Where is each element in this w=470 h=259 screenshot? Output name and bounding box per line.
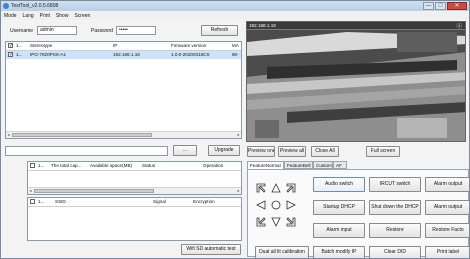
video-header-bar: 192.168.1.18 ⓧ: [247, 22, 465, 30]
startup-dhcp-button[interactable]: Startup DHCP: [313, 200, 365, 215]
ptz-up-left-icon[interactable]: [256, 183, 266, 193]
restore-factory-button[interactable]: Restore Facto: [425, 223, 469, 238]
upgrade-button[interactable]: Upgrade: [208, 145, 240, 156]
print-label-button[interactable]: Print label: [425, 246, 469, 258]
password-label: Password: [91, 28, 113, 34]
col-encryption[interactable]: Encryption: [193, 199, 215, 204]
select-all-checkbox[interactable]: ✓: [8, 43, 13, 49]
col-operation[interactable]: Operation: [203, 163, 223, 168]
preview-one-button[interactable]: Preview one: [247, 146, 275, 157]
storage-hscrollbar[interactable]: ◂ ▸: [28, 187, 241, 194]
window-controls: — □ ✕: [422, 2, 467, 10]
scroll-left-icon[interactable]: ◂: [28, 188, 33, 194]
col-ssid[interactable]: SSID: [55, 199, 66, 204]
menu-mode[interactable]: Mode: [1, 12, 20, 20]
device-table: ✓ 1... Stereotype IP Firmware version MA…: [5, 41, 242, 139]
row-index: 1...: [16, 52, 23, 57]
device-hscrollbar[interactable]: ◂ ▸: [6, 131, 241, 138]
username-label: Username: [10, 28, 34, 34]
close-video-icon[interactable]: ⓧ: [456, 22, 462, 30]
dual-lit-calibration-button[interactable]: Dual all lit calibration: [255, 246, 309, 258]
firmware-path-input[interactable]: [5, 146, 168, 156]
ptz-down-icon[interactable]: [271, 217, 281, 227]
camera-feed-image: [247, 22, 465, 141]
title-bar: TestTool_v2.0.5.6808 — □ ✕: [1, 1, 469, 11]
col-available-space[interactable]: Available space(MB): [90, 163, 132, 168]
row-firmware: 1.0.0-20200316CS: [171, 52, 210, 57]
scroll-right-icon[interactable]: ▸: [236, 188, 241, 194]
browse-button[interactable]: ...: [173, 145, 197, 156]
preview-all-button[interactable]: Preview all: [278, 146, 306, 157]
col-mac[interactable]: MA: [232, 43, 239, 48]
ptz-center-icon[interactable]: [271, 200, 281, 210]
video-preview[interactable]: 192.168.1.18 ⓧ: [246, 21, 466, 142]
menu-screen[interactable]: Screen: [71, 12, 93, 20]
audio-switch-button[interactable]: Audio switch: [313, 177, 365, 192]
col-status[interactable]: Status: [142, 163, 155, 168]
ptz-right-icon[interactable]: [286, 200, 296, 210]
ptz-left-icon[interactable]: [256, 200, 266, 210]
video-ip-label: 192.168.1.18: [249, 23, 276, 28]
storage-table: 1... The total cap... Available space(MB…: [27, 161, 242, 195]
col-index[interactable]: 1...: [16, 43, 22, 48]
col-ip[interactable]: IP: [113, 43, 117, 48]
full-screen-button[interactable]: Full screen: [366, 146, 400, 157]
device-table-header: ✓ 1... Stereotype IP Firmware version MA: [6, 42, 241, 51]
alarm-input-button[interactable]: Alarm input: [313, 223, 365, 238]
wifi-table: 1... SSID Signal Encryption: [27, 197, 242, 241]
col-signal[interactable]: Signal: [153, 199, 166, 204]
batch-modify-ip-button[interactable]: Batch modify IP: [313, 246, 365, 258]
wifi-sd-test-button[interactable]: Wifi SD automatic test: [181, 244, 241, 255]
wifi-select-all-checkbox[interactable]: [30, 199, 35, 204]
row-ip: 192.168.1.18: [113, 52, 140, 57]
alarm-output-button[interactable]: Alarm output: [425, 177, 469, 192]
tab-af[interactable]: AF: [333, 161, 347, 169]
shutdown-dhcp-button[interactable]: Shut down the DHCP: [369, 200, 421, 215]
menu-bar: Mode Lang Print Show Screen: [1, 12, 469, 20]
col-firmware[interactable]: Firmware version: [171, 43, 206, 48]
col-index[interactable]: 1...: [38, 163, 44, 168]
scroll-thumb[interactable]: [34, 189, 154, 193]
username-input[interactable]: admin: [37, 26, 77, 35]
ptz-down-left-icon[interactable]: [256, 217, 266, 227]
row-checkbox[interactable]: ✓: [8, 52, 13, 58]
ptz-down-right-icon[interactable]: [286, 217, 296, 227]
scroll-thumb[interactable]: [12, 133, 152, 137]
scroll-right-icon[interactable]: ▸: [236, 132, 241, 138]
ptz-up-icon[interactable]: [271, 183, 281, 193]
storage-select-all-checkbox[interactable]: [30, 163, 35, 168]
col-total-capacity[interactable]: The total cap...: [51, 163, 81, 168]
menu-print[interactable]: Print: [37, 12, 53, 20]
menu-lang[interactable]: Lang: [20, 12, 37, 20]
app-icon: [3, 3, 9, 9]
tab-feature-bell[interactable]: FeatureBell: [284, 161, 313, 169]
tab-custom[interactable]: Custom: [313, 161, 333, 169]
close-all-button[interactable]: Close All: [311, 146, 339, 157]
password-input[interactable]: •••••: [116, 26, 156, 35]
row-mac: 80-: [232, 52, 239, 57]
minimize-button[interactable]: —: [423, 2, 434, 10]
menu-show[interactable]: Show: [53, 12, 72, 20]
clear-did-button[interactable]: Clear DID: [369, 246, 421, 258]
row-stereotype: IPG-7920PSS-A1: [30, 52, 67, 57]
maximize-button[interactable]: □: [435, 2, 446, 10]
refresh-button[interactable]: Refresh: [201, 25, 238, 36]
scroll-left-icon[interactable]: ◂: [6, 132, 11, 138]
col-index[interactable]: 1...: [38, 199, 44, 204]
col-stereotype[interactable]: Stereotype: [30, 43, 52, 48]
wifi-table-header: 1... SSID Signal Encryption: [28, 198, 241, 207]
storage-table-header: 1... The total cap... Available space(MB…: [28, 162, 241, 171]
close-button[interactable]: ✕: [447, 2, 467, 10]
table-row[interactable]: ✓ 1... IPG-7920PSS-A1 192.168.1.18 1.0.0…: [6, 51, 241, 59]
app-window: TestTool_v2.0.5.6808 — □ ✕ Mode Lang Pri…: [0, 0, 470, 259]
tab-feature-normal[interactable]: FeatureNormal: [247, 161, 284, 169]
restore-button[interactable]: Restore: [369, 223, 421, 238]
ptz-up-right-icon[interactable]: [286, 183, 296, 193]
alarm-output-2-button[interactable]: Alarm output: [425, 200, 469, 215]
ircut-switch-button[interactable]: IRCUT switch: [369, 177, 421, 192]
window-title: TestTool_v2.0.5.6808: [11, 3, 59, 9]
